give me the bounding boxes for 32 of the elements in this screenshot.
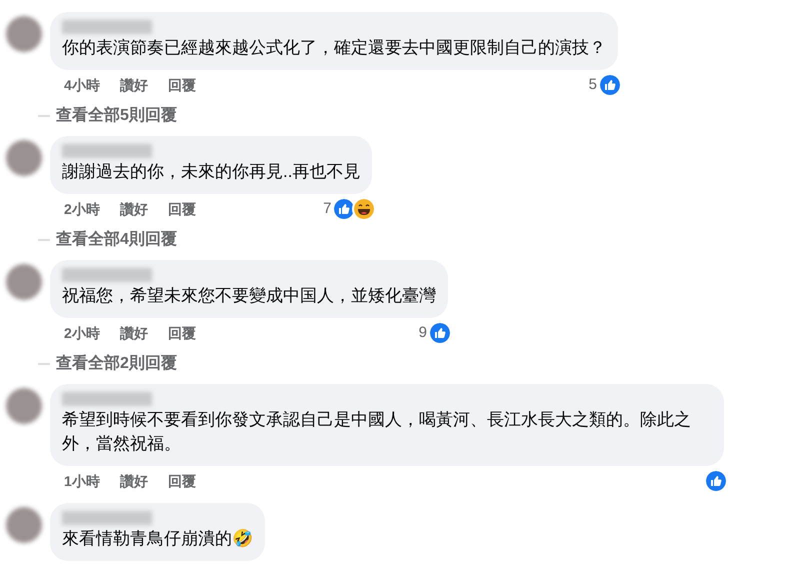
view-replies-link[interactable]: 查看全部4則回覆 bbox=[56, 228, 177, 252]
reaction-count[interactable]: 7 bbox=[323, 198, 332, 220]
reaction-count[interactable]: 9 bbox=[418, 322, 427, 344]
like-link[interactable]: 讚好 bbox=[120, 74, 148, 96]
comment-text: 希望到時候不要看到你發文承認自己是中國人，喝黃河、長江水長大之類的。除此之外，當然祝福。 bbox=[62, 409, 692, 455]
laughing-face-icon bbox=[352, 197, 376, 221]
view-replies-link[interactable]: 查看全部5則回覆 bbox=[56, 104, 177, 128]
reply-link[interactable]: 回覆 bbox=[168, 470, 196, 492]
like-reaction-icon bbox=[428, 321, 452, 345]
timestamp: 1小時 bbox=[64, 472, 100, 490]
timestamp: 4小時 bbox=[64, 76, 100, 94]
avatar[interactable] bbox=[6, 264, 42, 300]
timestamp: 2小時 bbox=[64, 200, 100, 218]
reaction-count[interactable]: 5 bbox=[588, 74, 597, 96]
like-reaction-icon bbox=[598, 73, 622, 97]
like-link[interactable]: 讚好 bbox=[120, 322, 148, 344]
like-link[interactable]: 讚好 bbox=[120, 198, 148, 220]
like-reaction-icon bbox=[704, 469, 728, 493]
comment-text: 你的表演節奏已經越來越公式化了，確定還要去中國更限制自己的演技？ bbox=[62, 37, 606, 59]
avatar[interactable] bbox=[6, 140, 42, 176]
comment-text: 祝福您，希望未來您不要變成中国人，並矮化臺灣 bbox=[62, 285, 436, 307]
comment-text: 謝謝過去的你，未來的你再見..再也不見 bbox=[62, 161, 360, 183]
reply-link[interactable]: 回覆 bbox=[168, 322, 196, 344]
avatar[interactable] bbox=[6, 507, 42, 543]
avatar[interactable] bbox=[6, 388, 42, 424]
like-link[interactable]: 讚好 bbox=[120, 470, 148, 492]
comment-text: 來看情勒青鳥仔崩潰的🤣 bbox=[62, 528, 253, 550]
view-replies-link[interactable]: 查看全部2則回覆 bbox=[56, 352, 177, 376]
avatar[interactable] bbox=[6, 16, 42, 52]
reply-link[interactable]: 回覆 bbox=[168, 74, 196, 96]
timestamp: 2小時 bbox=[64, 324, 100, 342]
reply-link[interactable]: 回覆 bbox=[168, 198, 196, 220]
